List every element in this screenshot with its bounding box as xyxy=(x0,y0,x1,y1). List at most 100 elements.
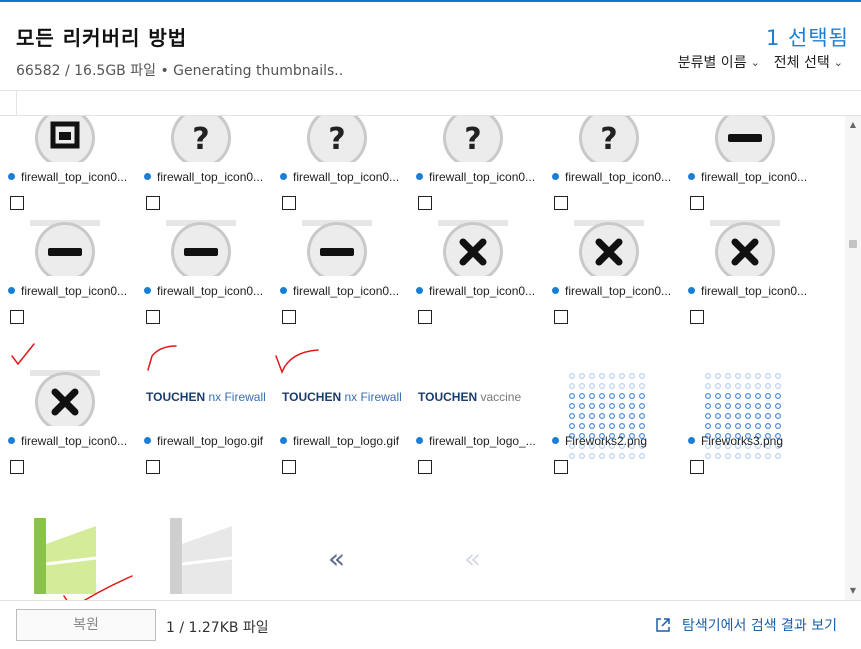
chevron-down-icon: ⌄ xyxy=(750,55,760,69)
file-checkbox[interactable] xyxy=(690,310,704,324)
vertical-scrollbar[interactable]: ▲ ▼ xyxy=(845,116,861,600)
fireworks-dots-icon xyxy=(568,370,645,459)
x-icon xyxy=(438,220,508,276)
logo-text: TOUCHEN nx Firewall xyxy=(282,390,402,404)
file-name: firewall_top_logo_... xyxy=(416,434,536,448)
file-name-label: Fireworks3.png xyxy=(701,434,784,448)
file-checkbox[interactable] xyxy=(10,460,24,474)
status-dot-icon xyxy=(8,287,15,294)
file-name-label: Fireworks2.png xyxy=(565,434,648,448)
view-in-explorer-link[interactable]: 탐색기에서 검색 결과 보기 xyxy=(654,615,837,635)
file-checkbox[interactable] xyxy=(10,310,24,324)
touchen-firewall-logo: TOUCHEN nx Firewall xyxy=(146,370,266,426)
question-icon: ? xyxy=(438,116,508,162)
grid-header-strip xyxy=(16,91,861,115)
scrollbar-thumb[interactable] xyxy=(849,240,857,248)
file-checkbox[interactable] xyxy=(418,310,432,324)
file-name: firewall_top_icon0... xyxy=(688,170,807,184)
file-name: firewall_top_icon0... xyxy=(688,284,807,298)
file-name-label: firewall_top_icon0... xyxy=(701,284,808,298)
file-checkbox[interactable] xyxy=(554,196,568,210)
file-name: firewall_top_icon0... xyxy=(552,284,671,298)
status-dot-icon xyxy=(552,287,559,294)
file-name-label: firewall_top_icon0... xyxy=(21,284,128,298)
file-name: firewall_top_icon0... xyxy=(8,284,127,298)
gray-flag-icon xyxy=(166,518,236,594)
footer-bar: 복원 1 / 1.27KB 파일 탐색기에서 검색 결과 보기 xyxy=(0,600,861,649)
file-checkbox[interactable] xyxy=(10,196,24,210)
file-name-label: firewall_top_icon0... xyxy=(429,170,536,184)
file-name-label: firewall_top_icon0... xyxy=(565,284,672,298)
file-name: firewall_top_logo.gif xyxy=(144,434,263,448)
sort-label: 분류별 이름 xyxy=(677,55,747,71)
file-checkbox[interactable] xyxy=(282,310,296,324)
file-name: firewall_top_icon0... xyxy=(416,284,535,298)
x-icon xyxy=(30,370,100,426)
file-name-label: firewall_top_logo_... xyxy=(429,434,536,448)
logo-text: TOUCHEN nx Firewall xyxy=(146,390,266,404)
file-checkbox[interactable] xyxy=(282,460,296,474)
selected-count: 1 선택됨 xyxy=(766,26,849,50)
question-icon: ? xyxy=(574,116,644,162)
status-dot-icon xyxy=(552,173,559,180)
file-checkbox[interactable] xyxy=(146,310,160,324)
logo-text: TOUCHEN vaccine xyxy=(418,390,522,404)
status-dot-icon xyxy=(8,173,15,180)
file-checkbox[interactable] xyxy=(418,196,432,210)
status-dot-icon xyxy=(144,287,151,294)
select-all-dropdown[interactable]: 전체 선택 ⌄ xyxy=(774,52,843,72)
status-dot-icon xyxy=(280,437,287,444)
file-name-label: firewall_top_icon0... xyxy=(293,170,400,184)
svg-text:?: ? xyxy=(192,122,209,157)
restore-button[interactable]: 복원 xyxy=(16,609,156,641)
touchen-vaccine-logo: TOUCHEN vaccine xyxy=(418,370,521,426)
scroll-up-arrow-icon[interactable]: ▲ xyxy=(845,118,861,132)
file-name-label: firewall_top_icon0... xyxy=(157,284,264,298)
question-icon: ? xyxy=(166,116,236,162)
file-name: firewall_top_icon0... xyxy=(144,284,263,298)
file-name-label: firewall_top_logo.gif xyxy=(293,434,400,448)
scroll-down-arrow-icon[interactable]: ▼ xyxy=(845,584,861,598)
status-dot-icon xyxy=(552,437,559,444)
status-dot-icon xyxy=(280,287,287,294)
file-checkbox[interactable] xyxy=(418,460,432,474)
minus-icon xyxy=(710,116,780,162)
external-open-icon xyxy=(656,618,670,632)
file-checkbox[interactable] xyxy=(282,196,296,210)
file-checkbox[interactable] xyxy=(690,196,704,210)
sort-controls: 분류별 이름 ⌄ 전체 선택 ⌄ xyxy=(678,52,843,72)
double-chevron-left-faded-icon: « xyxy=(464,542,482,575)
lock-icon xyxy=(30,116,100,162)
status-dot-icon xyxy=(144,437,151,444)
file-thumbnail-grid: firewall_top_icon0...? firewall_top_icon0… xyxy=(0,116,845,600)
file-checkbox[interactable] xyxy=(146,460,160,474)
file-checkbox[interactable] xyxy=(146,196,160,210)
file-checkbox[interactable] xyxy=(554,310,568,324)
file-name-label: firewall_top_icon0... xyxy=(293,284,400,298)
scan-status-text: 66582 / 16.5GB 파일 • Generating thumbnail… xyxy=(16,63,344,79)
file-checkbox[interactable] xyxy=(554,460,568,474)
file-name-label: firewall_top_icon0... xyxy=(565,170,672,184)
status-dot-icon xyxy=(416,287,423,294)
select-all-label: 전체 선택 xyxy=(773,55,830,71)
status-dot-icon xyxy=(688,287,695,294)
status-dot-icon xyxy=(688,437,695,444)
file-name-label: firewall_top_icon0... xyxy=(157,170,264,184)
page-title: 모든 리커버리 방법 xyxy=(16,26,188,50)
svg-text:?: ? xyxy=(464,122,481,157)
file-name: firewall_top_logo.gif xyxy=(280,434,399,448)
status-dot-icon xyxy=(416,437,423,444)
file-name: Fireworks3.png xyxy=(688,434,783,448)
file-name: firewall_top_icon0... xyxy=(280,170,399,184)
file-name: firewall_top_icon0... xyxy=(416,170,535,184)
sort-dropdown[interactable]: 분류별 이름 ⌄ xyxy=(678,52,760,72)
file-checkbox[interactable] xyxy=(690,460,704,474)
file-name-label: firewall_top_icon0... xyxy=(21,434,128,448)
fireworks-dots-icon xyxy=(704,370,781,459)
minus-icon xyxy=(302,220,372,276)
status-dot-icon xyxy=(8,437,15,444)
chevron-down-icon: ⌄ xyxy=(833,55,843,69)
file-name: firewall_top_icon0... xyxy=(144,170,263,184)
file-name: firewall_top_icon0... xyxy=(280,284,399,298)
minus-icon xyxy=(166,220,236,276)
